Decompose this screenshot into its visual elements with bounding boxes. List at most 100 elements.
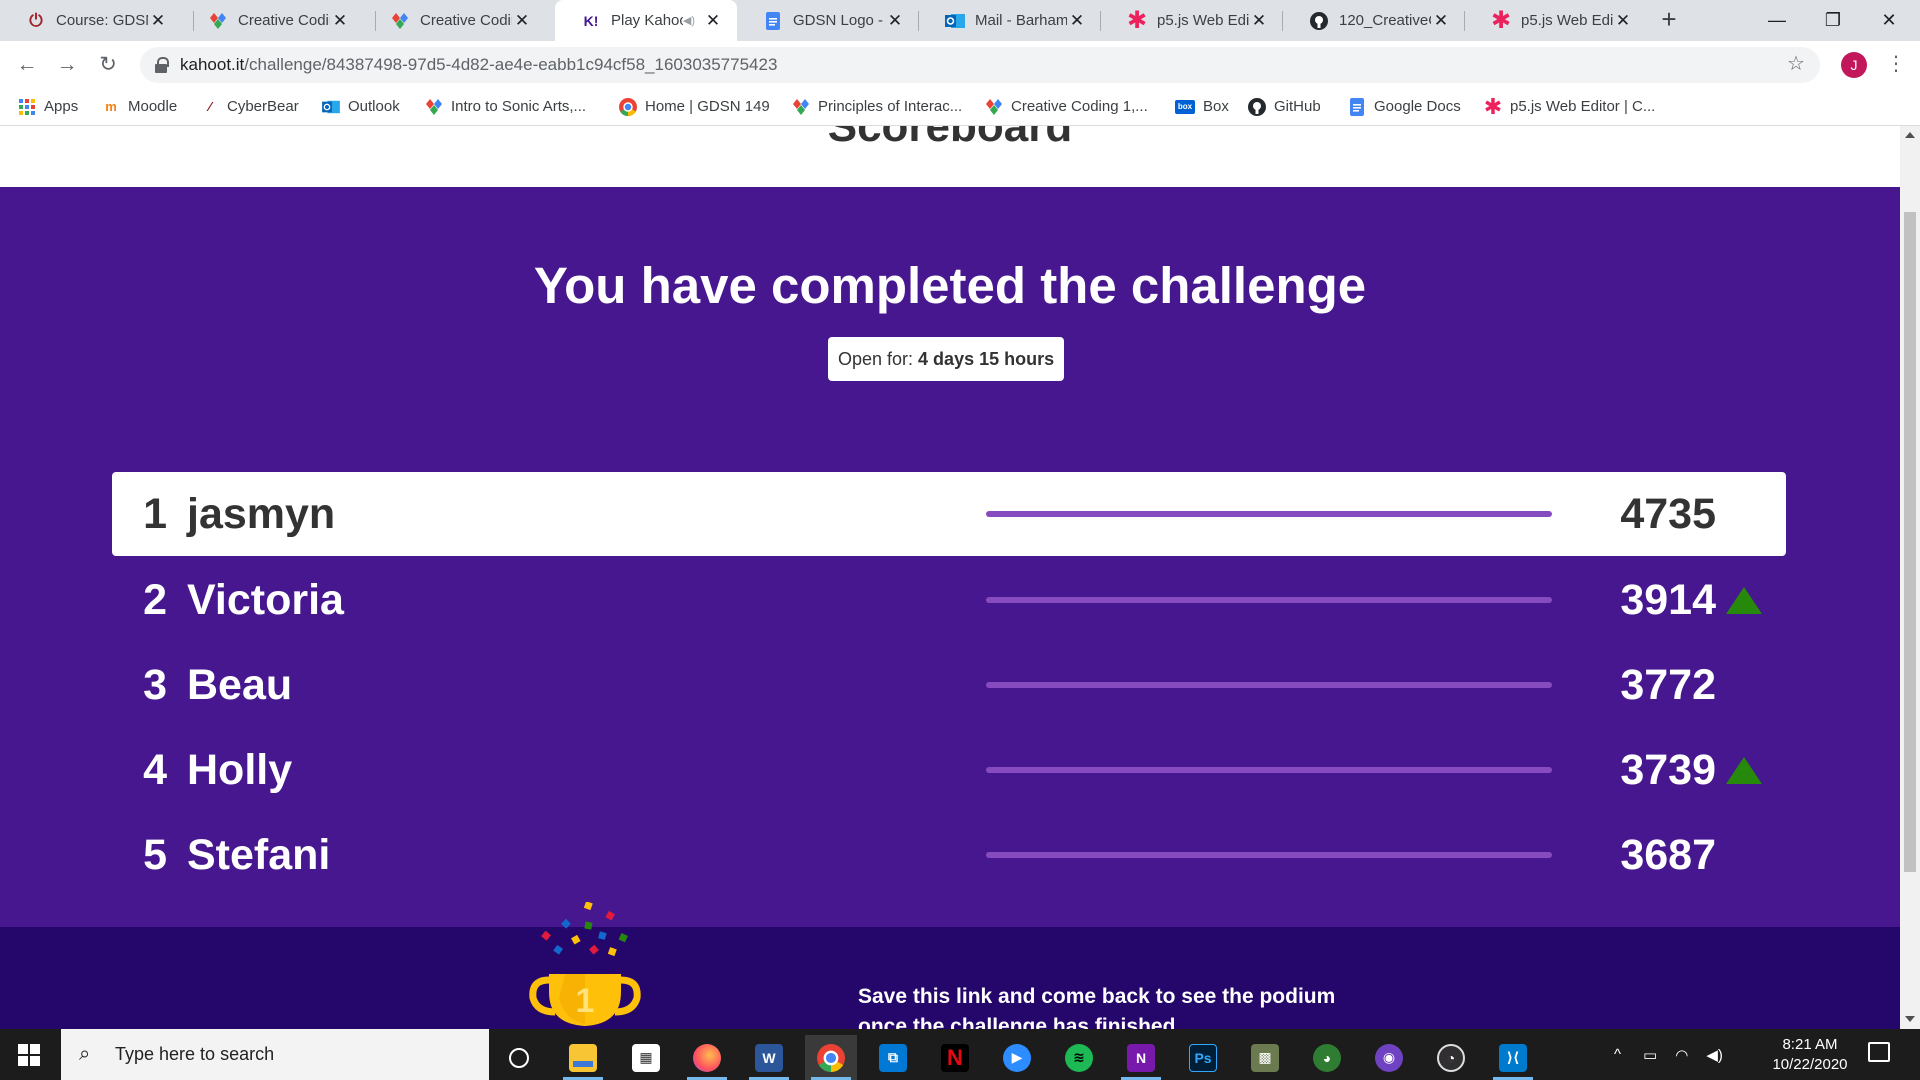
- taskbar-search-box[interactable]: ⌕ Type here to search: [61, 1029, 489, 1080]
- forward-button[interactable]: →: [52, 50, 82, 80]
- start-button[interactable]: [18, 1044, 40, 1066]
- bookmark-label: Moodle: [128, 98, 178, 115]
- bookmark-intro-sonic-arts[interactable]: Intro to Sonic Arts,...: [425, 88, 586, 125]
- player-rank: 2: [143, 576, 167, 624]
- app-icon[interactable]: ◕: [1301, 1035, 1353, 1080]
- github-icon: [1248, 97, 1266, 116]
- close-icon[interactable]: ✕: [512, 11, 532, 31]
- tab-play-kahoot[interactable]: K! Play Kahoo ◀) ✕: [555, 0, 737, 41]
- battery-icon[interactable]: ▭: [1643, 1046, 1657, 1064]
- close-icon[interactable]: ✕: [703, 11, 723, 31]
- bookmark-cyberbear[interactable]: ⁄ CyberBear: [201, 88, 299, 125]
- url-path: /challenge/84387498-97d5-4d82-ae4e-eabb1…: [244, 55, 778, 74]
- wifi-icon[interactable]: ◠: [1675, 1046, 1688, 1064]
- vscode-icon[interactable]: ⟩⟨: [1487, 1035, 1539, 1080]
- clock-date: 10/22/2020: [1772, 1056, 1848, 1073]
- google-docs-icon: [763, 11, 783, 31]
- cyberbear-icon: ⁄: [208, 99, 212, 114]
- close-icon[interactable]: ✕: [1613, 11, 1633, 31]
- bookmark-box[interactable]: box Box: [1175, 88, 1229, 125]
- profile-avatar[interactable]: J: [1841, 52, 1867, 78]
- player-score: 3687: [1620, 831, 1716, 879]
- chevron-up-icon[interactable]: ^: [1614, 1046, 1621, 1063]
- save-link-line: Save this link and come back to see the …: [858, 985, 1336, 1008]
- outlook-icon: [322, 98, 340, 116]
- menu-icon[interactable]: ⋮: [1886, 51, 1906, 76]
- player-score: 4735: [1620, 490, 1716, 538]
- player-score: 3914: [1620, 576, 1716, 624]
- bookmark-star-icon[interactable]: ☆: [1787, 51, 1805, 76]
- bookmarks-bar: Apps m Moodle ⁄ CyberBear Outlook Intro …: [0, 88, 1920, 126]
- tab-title: Mail - Barham,: [975, 12, 1067, 29]
- bookmark-label: Creative Coding 1,...: [1011, 98, 1148, 115]
- taskbar-clock[interactable]: 8:21 AM 10/22/2020: [1762, 1035, 1858, 1075]
- store-icon[interactable]: ▦: [620, 1035, 672, 1080]
- tab-creative-coding-2[interactable]: Creative Codin ✕: [364, 0, 546, 41]
- spotify-icon[interactable]: ≋: [1053, 1035, 1105, 1080]
- photoshop-icon[interactable]: Ps: [1177, 1035, 1229, 1080]
- tab-course-gdsn[interactable]: ⏻ Course: GDSN ✕: [0, 0, 182, 41]
- firefox-icon[interactable]: [681, 1035, 733, 1080]
- close-icon[interactable]: ✕: [885, 11, 905, 31]
- close-window-button[interactable]: ✕: [1866, 0, 1912, 41]
- bookmark-outlook[interactable]: Outlook: [322, 88, 400, 125]
- app-icon[interactable]: ⧉: [867, 1035, 919, 1080]
- trophy-icon: 1: [529, 902, 641, 1026]
- tab-title: Course: GDSN: [56, 12, 148, 29]
- github-desktop-icon[interactable]: ◉: [1363, 1035, 1415, 1080]
- chrome-icon[interactable]: [805, 1035, 857, 1080]
- app-icon[interactable]: ▩: [1239, 1035, 1291, 1080]
- tab-gdsn-logo[interactable]: GDSN Logo - G ✕: [737, 0, 919, 41]
- page-scrollbar[interactable]: [1900, 126, 1920, 1029]
- moodle-icon: m: [105, 99, 117, 114]
- back-button[interactable]: ←: [12, 50, 42, 80]
- scroll-thumb[interactable]: [1904, 212, 1916, 872]
- new-tab-button[interactable]: +: [1654, 5, 1684, 35]
- task-view-icon[interactable]: [493, 1035, 545, 1080]
- bookmark-label: Home | GDSN 149: [645, 98, 770, 115]
- file-explorer-icon[interactable]: [557, 1035, 609, 1080]
- tab-mail[interactable]: Mail - Barham, ✕: [919, 0, 1101, 41]
- score-bar: [986, 682, 1552, 688]
- score-bar: [986, 767, 1552, 773]
- player-score: 3739: [1620, 746, 1716, 794]
- restore-button[interactable]: ❐: [1810, 0, 1856, 41]
- bookmark-p5js[interactable]: ✱ p5.js Web Editor | C...: [1484, 88, 1656, 125]
- obs-icon[interactable]: ◔: [1425, 1035, 1477, 1080]
- volume-icon[interactable]: ◀): [1706, 1046, 1723, 1064]
- bookmark-apps[interactable]: Apps: [18, 88, 78, 125]
- bookmark-principles-interaction[interactable]: Principles of Interac...: [792, 88, 962, 125]
- tab-p5js-1[interactable]: ✱ p5.js Web Edito ✕: [1101, 0, 1283, 41]
- close-icon[interactable]: ✕: [330, 11, 350, 31]
- bookmark-github[interactable]: GitHub: [1248, 88, 1321, 125]
- onenote-icon[interactable]: N: [1115, 1035, 1167, 1080]
- search-placeholder: Type here to search: [115, 1044, 275, 1064]
- address-bar[interactable]: kahoot.it/challenge/84387498-97d5-4d82-a…: [140, 47, 1820, 83]
- reload-button[interactable]: ↻: [93, 50, 123, 80]
- tab-strip: ⏻ Course: GDSN ✕ Creative Codin ✕ Creati…: [0, 0, 1920, 41]
- scroll-down-arrow-icon[interactable]: [1905, 1016, 1915, 1022]
- bookmark-label: Principles of Interac...: [818, 98, 963, 115]
- minimize-button[interactable]: —: [1754, 0, 1800, 41]
- tab-github[interactable]: 120_CreativeCo ✕: [1283, 0, 1465, 41]
- word-icon[interactable]: W: [743, 1035, 795, 1080]
- player-name: jasmyn: [187, 490, 336, 538]
- outlook-icon: [945, 11, 965, 31]
- bookmark-home-gdsn[interactable]: Home | GDSN 149: [619, 88, 770, 125]
- bookmark-moodle[interactable]: m Moodle: [102, 88, 177, 125]
- close-icon[interactable]: ✕: [148, 11, 168, 31]
- tab-p5js-2[interactable]: ✱ p5.js Web Edito ✕: [1465, 0, 1647, 41]
- player-score: 3772: [1620, 661, 1716, 709]
- close-icon[interactable]: ✕: [1249, 11, 1269, 31]
- zoom-icon[interactable]: ▶: [991, 1035, 1043, 1080]
- scoreboard-row: 3 Beau 3772: [112, 643, 1786, 727]
- bookmark-creative-coding[interactable]: Creative Coding 1,...: [985, 88, 1148, 125]
- bookmark-google-docs[interactable]: Google Docs: [1348, 88, 1461, 125]
- tab-creative-coding-1[interactable]: Creative Codin ✕: [182, 0, 364, 41]
- scroll-up-arrow-icon[interactable]: [1905, 132, 1915, 138]
- tab-title: 120_CreativeCo: [1339, 12, 1431, 29]
- netflix-icon[interactable]: N: [929, 1035, 981, 1080]
- close-icon[interactable]: ✕: [1067, 11, 1087, 31]
- notifications-icon[interactable]: [1868, 1042, 1890, 1062]
- close-icon[interactable]: ✕: [1431, 11, 1451, 31]
